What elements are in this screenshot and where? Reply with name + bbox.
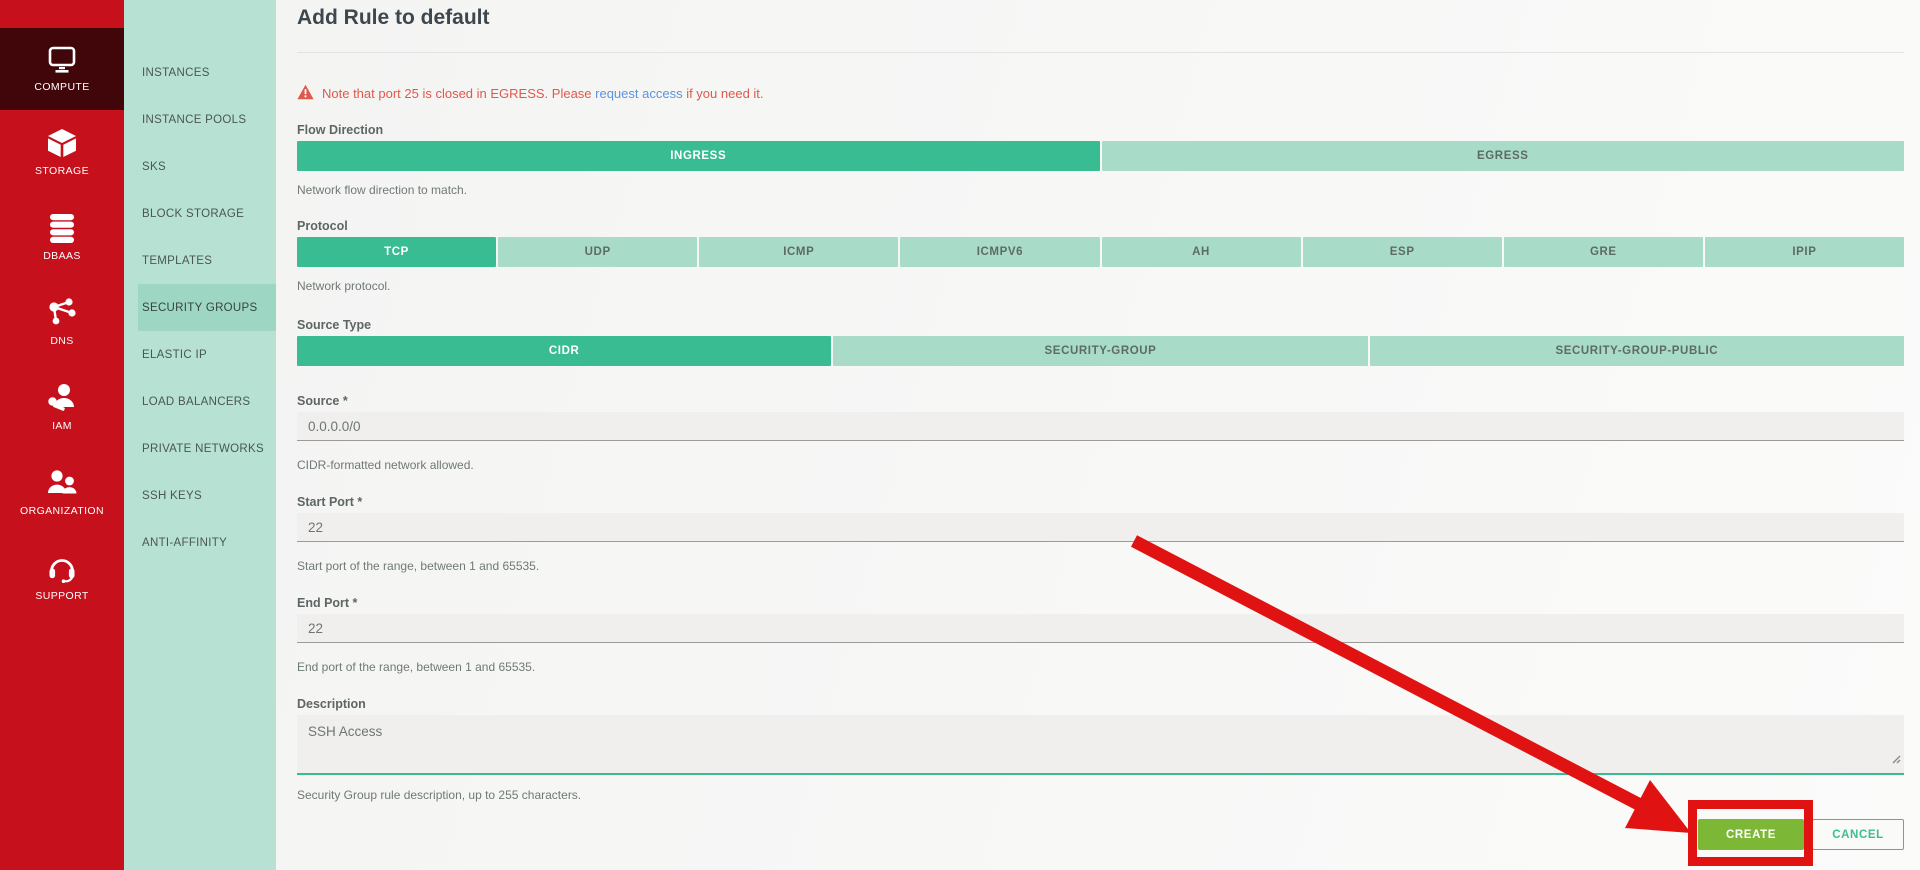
description-help: Security Group rule description, up to 2… (297, 788, 582, 802)
add-rule-form: Add Rule to default Note that port 25 is… (276, 0, 1920, 870)
resize-grip-icon[interactable] (1890, 751, 1901, 769)
protocol-help: Network protocol. (297, 279, 391, 293)
sidebar-item-label: COMPUTE (34, 80, 90, 93)
subnav-item-elastic-ip[interactable]: ELASTIC IP (124, 331, 276, 378)
database-icon (47, 213, 77, 243)
protocol-option-gre[interactable]: GRE (1503, 237, 1703, 267)
user-key-icon (46, 383, 78, 413)
sidebar-top-spacer (0, 0, 124, 28)
sidebar-item-compute[interactable]: COMPUTE (0, 28, 124, 110)
description-label: Description (297, 697, 366, 711)
subnav-item-private-networks[interactable]: PRIVATE NETWORKS (124, 425, 276, 472)
title-divider (297, 52, 1904, 53)
protocol-label: Protocol (297, 219, 348, 233)
source-input[interactable] (297, 412, 1904, 441)
subnav-item-templates[interactable]: TEMPLATES (124, 237, 276, 284)
sidebar-item-label: DBAAS (43, 250, 81, 262)
sidebar-item-support[interactable]: SUPPORT (0, 535, 124, 620)
flow-option-egress[interactable]: EGRESS (1101, 141, 1904, 171)
compute-subnav: INSTANCES INSTANCE POOLS SKS BLOCK STORA… (124, 0, 276, 870)
sidebar-item-label: STORAGE (35, 165, 89, 177)
users-icon (45, 468, 79, 498)
form-actions: CREATE CANCEL (297, 819, 1904, 850)
start-port-input[interactable] (297, 513, 1904, 542)
protocol-option-icmp[interactable]: ICMP (699, 237, 899, 267)
source-type-option-security-group-public[interactable]: SECURITY-GROUP-PUBLIC (1369, 336, 1904, 366)
end-port-input[interactable] (297, 614, 1904, 643)
sidebar-item-iam[interactable]: IAM (0, 365, 124, 450)
network-icon (46, 298, 78, 328)
protocol-segmented: TCP UDP ICMP ICMPV6 AH ESP GRE IPIP (297, 237, 1904, 267)
port25-warning: Note that port 25 is closed in EGRESS. P… (297, 84, 1904, 102)
create-button[interactable]: CREATE (1698, 819, 1804, 850)
subnav-item-block-storage[interactable]: BLOCK STORAGE (124, 190, 276, 237)
source-type-segmented: CIDR SECURITY-GROUP SECURITY-GROUP-PUBLI… (297, 336, 1904, 366)
subnav-item-instance-pools[interactable]: INSTANCE POOLS (124, 96, 276, 143)
request-access-link[interactable]: request access (595, 86, 682, 101)
sidebar-item-label: DNS (50, 335, 74, 347)
source-type-option-cidr[interactable]: CIDR (297, 336, 832, 366)
subnav-item-instances[interactable]: INSTANCES (124, 49, 276, 96)
protocol-option-ipip[interactable]: IPIP (1704, 237, 1904, 267)
page-title: Add Rule to default (297, 6, 490, 29)
cancel-button[interactable]: CANCEL (1812, 819, 1904, 850)
start-port-help: Start port of the range, between 1 and 6… (297, 559, 540, 573)
source-label: Source * (297, 394, 348, 408)
warning-triangle-icon (297, 84, 314, 103)
sidebar-item-label: IAM (52, 420, 72, 432)
protocol-option-esp[interactable]: ESP (1302, 237, 1502, 267)
sidebar-item-storage[interactable]: STORAGE (0, 110, 124, 195)
description-textarea[interactable]: SSH Access (297, 715, 1904, 775)
source-help: CIDR-formatted network allowed. (297, 458, 474, 472)
subnav-item-anti-affinity[interactable]: ANTI-AFFINITY (124, 519, 276, 566)
protocol-option-tcp[interactable]: TCP (297, 237, 497, 267)
subnav-item-ssh-keys[interactable]: SSH KEYS (124, 472, 276, 519)
start-port-label: Start Port * (297, 495, 363, 509)
sidebar-item-organization[interactable]: ORGANIZATION (0, 450, 124, 535)
cube-icon (46, 128, 78, 158)
flow-direction-label: Flow Direction (297, 123, 384, 137)
subnav-item-sks[interactable]: SKS (124, 143, 276, 190)
subnav-item-security-groups[interactable]: SECURITY GROUPS (138, 284, 276, 331)
sidebar-item-label: ORGANIZATION (20, 505, 104, 517)
protocol-option-udp[interactable]: UDP (498, 237, 698, 267)
headset-icon (46, 553, 78, 583)
source-type-option-security-group[interactable]: SECURITY-GROUP (833, 336, 1368, 366)
end-port-help: End port of the range, between 1 and 655… (297, 660, 536, 674)
sidebar-item-dbaas[interactable]: DBAAS (0, 195, 124, 280)
sidebar-item-label: SUPPORT (35, 590, 89, 602)
flow-direction-help: Network flow direction to match. (297, 183, 468, 197)
subnav-item-load-balancers[interactable]: LOAD BALANCERS (124, 378, 276, 425)
end-port-label: End Port * (297, 596, 358, 610)
flow-direction-segmented: INGRESS EGRESS (297, 141, 1904, 171)
protocol-option-icmpv6[interactable]: ICMPV6 (900, 237, 1100, 267)
sidebar-item-dns[interactable]: DNS (0, 280, 124, 365)
warning-text: Note that port 25 is closed in EGRESS. P… (322, 85, 764, 101)
primary-sidebar: COMPUTE STORAGE DBAAS DNS IAM ORGANIZATI… (0, 0, 124, 870)
monitor-icon (45, 46, 79, 74)
source-type-label: Source Type (297, 318, 372, 332)
flow-option-ingress[interactable]: INGRESS (297, 141, 1100, 171)
protocol-option-ah[interactable]: AH (1101, 237, 1301, 267)
